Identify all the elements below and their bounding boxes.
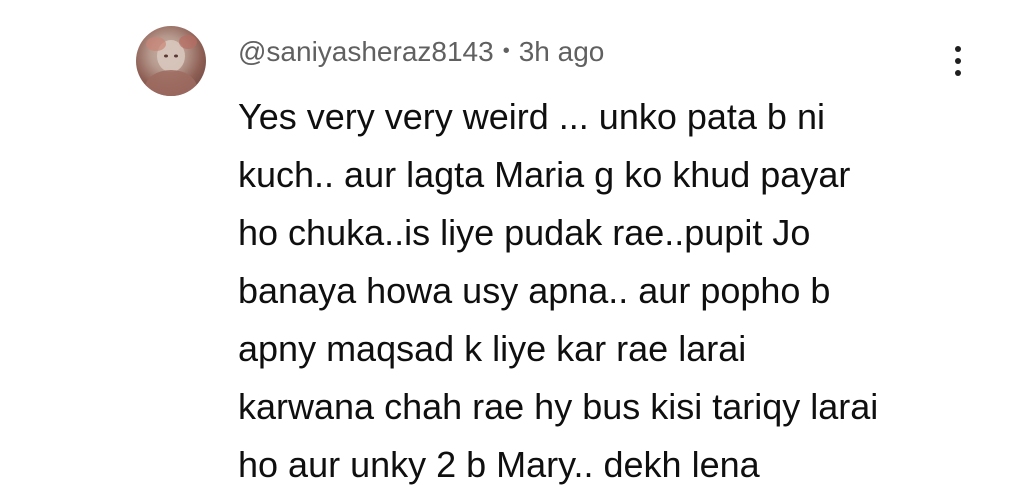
comment-text-line: banaya howa usy apna.. aur popho b [238, 270, 831, 311]
comment-text-line: ho chuka..is liye pudak rae..pupit Jo [238, 212, 811, 253]
comment-text-line: ho aur unky 2 b Mary.. dekh lena [238, 444, 760, 485]
meta-separator: • [502, 39, 510, 62]
user-avatar[interactable] [136, 26, 206, 96]
more-vertical-icon-dot-2 [955, 58, 961, 64]
more-vertical-icon [955, 46, 961, 52]
comment-timestamp[interactable]: 3h ago [519, 36, 605, 68]
more-options-button[interactable] [938, 36, 978, 86]
comment-header: @saniyasheraz8143 • 3h ago [238, 32, 604, 72]
more-vertical-icon-dot-3 [955, 70, 961, 76]
avatar-image [145, 35, 197, 96]
author-handle[interactable]: @saniyasheraz8143 [238, 36, 494, 68]
comment-text-line: Yes very very weird ... unko pata b ni [238, 96, 825, 137]
comment-text-line: kuch.. aur lagta Maria g ko khud payar [238, 154, 851, 195]
comment-item: @saniyasheraz8143 • 3h ago Yes very very… [0, 0, 1024, 497]
comment-text: Yes very very weird ... unko pata b ni k… [238, 88, 968, 494]
comment-text-line: apny maqsad k liye kar rae larai [238, 328, 747, 369]
comment-text-line: karwana chah rae hy bus kisi tariqy lara… [238, 386, 879, 427]
